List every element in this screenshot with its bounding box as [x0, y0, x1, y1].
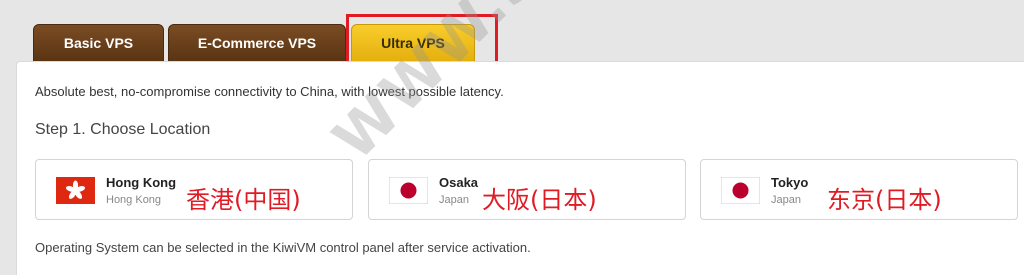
tab-ultra-vps[interactable]: Ultra VPS: [351, 24, 475, 62]
location-country: Japan: [771, 194, 801, 206]
location-name: Hong Kong: [106, 175, 177, 190]
location-annotation: 香港(中国): [186, 186, 301, 214]
japan-flag-icon: [721, 177, 760, 204]
location-card-tokyo[interactable]: Tokyo Japan 东京(日本): [700, 159, 1018, 220]
location-annotation: 东京(日本): [827, 186, 942, 214]
location-name: Tokyo: [771, 175, 809, 190]
hong-kong-flag-icon: [56, 177, 95, 204]
location-card-hong-kong[interactable]: Hong Kong Hong Kong 香港(中国): [35, 159, 353, 220]
location-card-osaka[interactable]: Osaka Japan 大阪(日本): [368, 159, 686, 220]
tab-bar: Basic VPS E-Commerce VPS Ultra VPS: [0, 0, 1024, 71]
os-selection-note: Operating System can be selected in the …: [35, 240, 531, 255]
japan-flag-icon: [389, 177, 428, 204]
location-country: Hong Kong: [106, 194, 162, 206]
plan-description: Absolute best, no-compromise connectivit…: [35, 84, 504, 99]
step-title: Step 1. Choose Location: [35, 121, 211, 138]
tab-basic-vps[interactable]: Basic VPS: [33, 24, 164, 62]
location-name: Osaka: [439, 175, 479, 190]
location-country: Japan: [439, 194, 469, 206]
tab-ecommerce-vps[interactable]: E-Commerce VPS: [168, 24, 346, 62]
location-annotation: 大阪(日本): [482, 186, 597, 214]
